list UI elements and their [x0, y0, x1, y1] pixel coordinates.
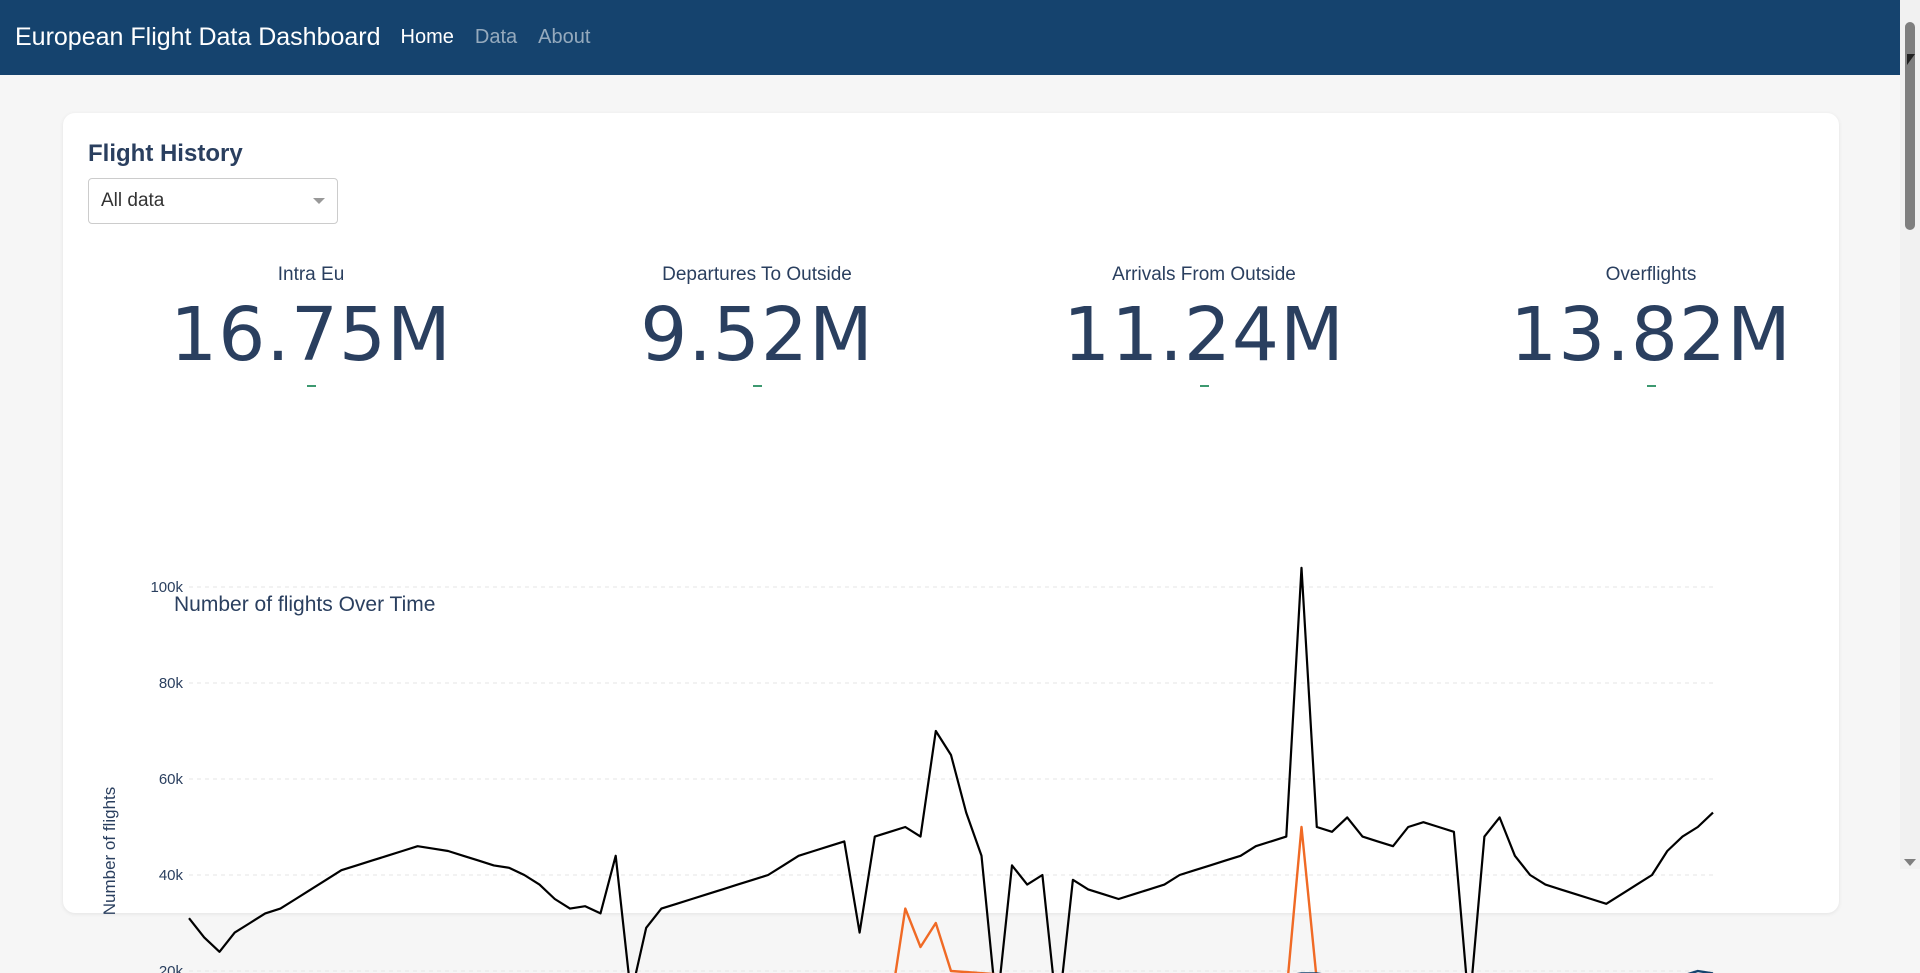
kpi-departures-to-outside: Departures To Outside 9.52M — [534, 263, 980, 387]
period-dropdown[interactable]: All data — [88, 178, 338, 224]
kpi-delta-indicator — [752, 385, 762, 387]
kpi-label: Overflights — [1605, 264, 1697, 285]
kpi-label: Intra Eu — [277, 264, 345, 285]
series-line-1 — [894, 825, 1318, 973]
kpi-value: 13.82M — [1510, 292, 1792, 378]
dropdown-selected-value: All data — [101, 190, 165, 211]
y-tick-label: 60k — [159, 771, 184, 788]
chart-title: Number of flights Over Time — [174, 593, 435, 616]
y-tick-label: 100k — [150, 579, 183, 596]
kpi-delta-indicator — [306, 385, 316, 387]
scroll-down-arrow-icon[interactable] — [1904, 859, 1916, 866]
series-lines — [188, 566, 1714, 973]
kpi-overflights: Overflights 13.82M — [1428, 263, 1874, 387]
flights-chart: Number of flights Over Time 20k 40k 60k 80k… — [63, 453, 1839, 973]
vertical-scrollbar[interactable] — [1900, 0, 1920, 869]
nav-home-link[interactable]: Home — [401, 26, 454, 49]
grid-lines — [189, 586, 1713, 972]
kpi-label: Arrivals From Outside — [1112, 264, 1296, 285]
y-tick-label: 40k — [159, 867, 184, 884]
kpi-value: 16.75M — [170, 292, 452, 378]
y-tick-label: 80k — [159, 675, 184, 692]
kpi-intra-eu: Intra Eu 16.75M — [88, 263, 534, 387]
nav-about-link[interactable]: About — [538, 26, 590, 49]
nav-data-link[interactable]: Data — [475, 26, 517, 49]
kpi-arrivals-from-outside: Arrivals From Outside 11.24M — [981, 263, 1427, 387]
y-axis-ticks: 20k 40k 60k 80k 100k — [150, 579, 183, 973]
mouse-cursor-icon — [1907, 54, 1915, 65]
kpi-row: Intra Eu 16.75M Departures To Outside 9.… — [88, 263, 1791, 387]
top-navbar: European Flight Data Dashboard Home Data… — [0, 0, 1900, 75]
kpi-label: Departures To Outside — [662, 264, 852, 285]
section-title: Flight History — [88, 140, 243, 167]
flight-history-card: Flight History All data Intra Eu 16.75M … — [63, 113, 1839, 973]
kpi-value: 11.24M — [1063, 292, 1345, 378]
chevron-down-icon[interactable] — [313, 198, 325, 204]
series-line-0 — [188, 566, 1714, 973]
flights-chart-svg: Number of flights Over Time 20k 40k 60k 80k… — [100, 566, 1714, 973]
nav-links: Home Data About — [401, 26, 591, 49]
y-axis-title: Number of flights — [100, 787, 119, 916]
y-tick-label: 20k — [159, 963, 184, 973]
app-brand[interactable]: European Flight Data Dashboard — [15, 23, 381, 52]
kpi-value: 9.52M — [640, 292, 874, 378]
kpi-delta-indicator — [1199, 385, 1209, 387]
kpi-delta-indicator — [1646, 385, 1656, 387]
